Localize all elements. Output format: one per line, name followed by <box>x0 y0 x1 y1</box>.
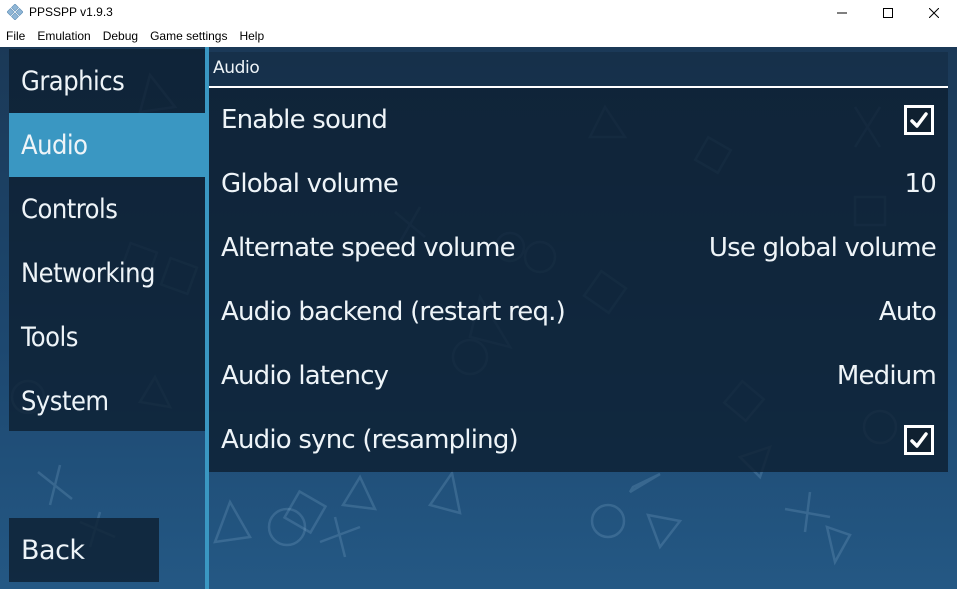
settings-screen: Graphics Audio Controls Networking Tools… <box>0 47 957 589</box>
bg-triangle-shape <box>646 513 683 550</box>
audio-backend-value: Auto <box>878 297 937 327</box>
tab-audio[interactable]: Audio <box>9 113 205 177</box>
bg-triangle-shape <box>825 525 852 566</box>
menu-game-settings[interactable]: Game settings <box>144 26 233 47</box>
close-button[interactable] <box>911 0 957 26</box>
bg-cross-shape <box>784 491 831 533</box>
section-title: Audio <box>213 58 260 78</box>
audio-sync-checkbox[interactable] <box>904 425 934 455</box>
setting-alternate-speed-volume[interactable]: Alternate speed volume Use global volume <box>209 216 948 280</box>
bg-triangle-shape <box>628 472 661 494</box>
title-bar: PPSSPP v1.9.3 <box>0 0 957 26</box>
setting-label: Alternate speed volume <box>221 233 516 263</box>
tab-label: Networking <box>21 257 155 289</box>
bg-circle-shape <box>590 503 626 539</box>
bg-cross-shape <box>37 464 73 506</box>
setting-label: Enable sound <box>221 105 388 135</box>
tab-system[interactable]: System <box>9 369 205 433</box>
checkmark-icon <box>910 112 928 128</box>
ppsspp-logo-icon <box>7 4 23 20</box>
checkmark-icon <box>910 432 928 448</box>
tab-networking[interactable]: Networking <box>9 241 205 305</box>
bg-triangle-shape <box>427 469 462 515</box>
tab-label: Audio <box>21 129 88 161</box>
audio-latency-value: Medium <box>836 361 937 391</box>
setting-label: Audio latency <box>221 361 389 391</box>
tab-graphics[interactable]: Graphics <box>9 49 205 113</box>
bg-cross-shape <box>319 516 361 558</box>
setting-audio-sync[interactable]: Audio sync (resampling) <box>209 408 948 472</box>
back-button[interactable]: Back <box>9 518 159 582</box>
tab-tools[interactable]: Tools <box>9 305 205 369</box>
menu-bar: File Emulation Debug Game settings Help <box>0 26 957 47</box>
bg-triangle-shape <box>340 474 378 511</box>
bg-triangle-shape <box>213 499 252 544</box>
setting-label: Audio backend (restart req.) <box>221 297 566 327</box>
settings-list: Enable sound Global volume 10 Alternate … <box>209 88 948 472</box>
setting-audio-latency[interactable]: Audio latency Medium <box>209 344 948 408</box>
menu-file[interactable]: File <box>0 26 31 47</box>
tab-label: Tools <box>21 321 78 353</box>
menu-help[interactable]: Help <box>233 26 270 47</box>
tab-controls[interactable]: Controls <box>9 177 205 241</box>
setting-global-volume[interactable]: Global volume 10 <box>209 152 948 216</box>
setting-enable-sound[interactable]: Enable sound <box>209 88 948 152</box>
tab-label: Graphics <box>21 65 125 97</box>
tab-label: System <box>21 385 109 417</box>
menu-debug[interactable]: Debug <box>97 26 144 47</box>
tab-label: Controls <box>21 193 118 225</box>
section-header: Audio <box>209 52 948 86</box>
setting-audio-backend[interactable]: Audio backend (restart req.) Auto <box>209 280 948 344</box>
window-title: PPSSPP v1.9.3 <box>29 5 113 19</box>
setting-label: Global volume <box>221 169 399 199</box>
alternate-speed-volume-value: Use global volume <box>708 233 937 263</box>
menu-emulation[interactable]: Emulation <box>31 26 96 47</box>
maximize-icon <box>883 8 893 18</box>
back-label: Back <box>21 534 85 566</box>
setting-label: Audio sync (resampling) <box>221 425 519 455</box>
close-icon <box>929 8 939 18</box>
global-volume-value: 10 <box>904 169 937 199</box>
minimize-button[interactable] <box>819 0 865 26</box>
enable-sound-checkbox[interactable] <box>904 105 934 135</box>
minimize-icon <box>837 12 847 14</box>
maximize-button[interactable] <box>865 0 911 26</box>
